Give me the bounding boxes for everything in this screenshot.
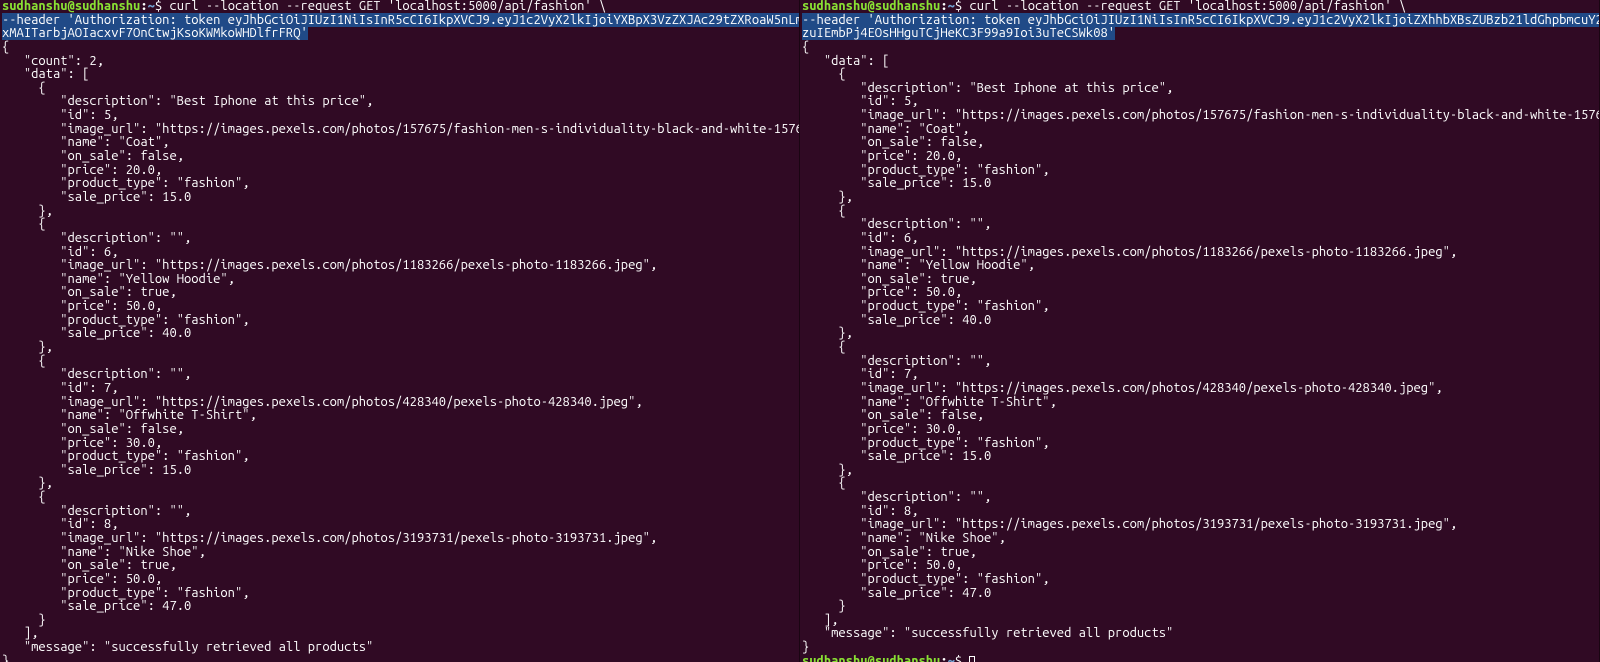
terminal-pane-left[interactable]: sudhanshu@sudhanshu:~$ curl --location -… — [0, 0, 800, 662]
terminal-output-left[interactable]: sudhanshu@sudhanshu:~$ curl --location -… — [0, 0, 799, 662]
terminal-output-right[interactable]: sudhanshu@sudhanshu:~$ curl --location -… — [800, 0, 1599, 662]
terminal-pane-right[interactable]: sudhanshu@sudhanshu:~$ curl --location -… — [800, 0, 1600, 662]
